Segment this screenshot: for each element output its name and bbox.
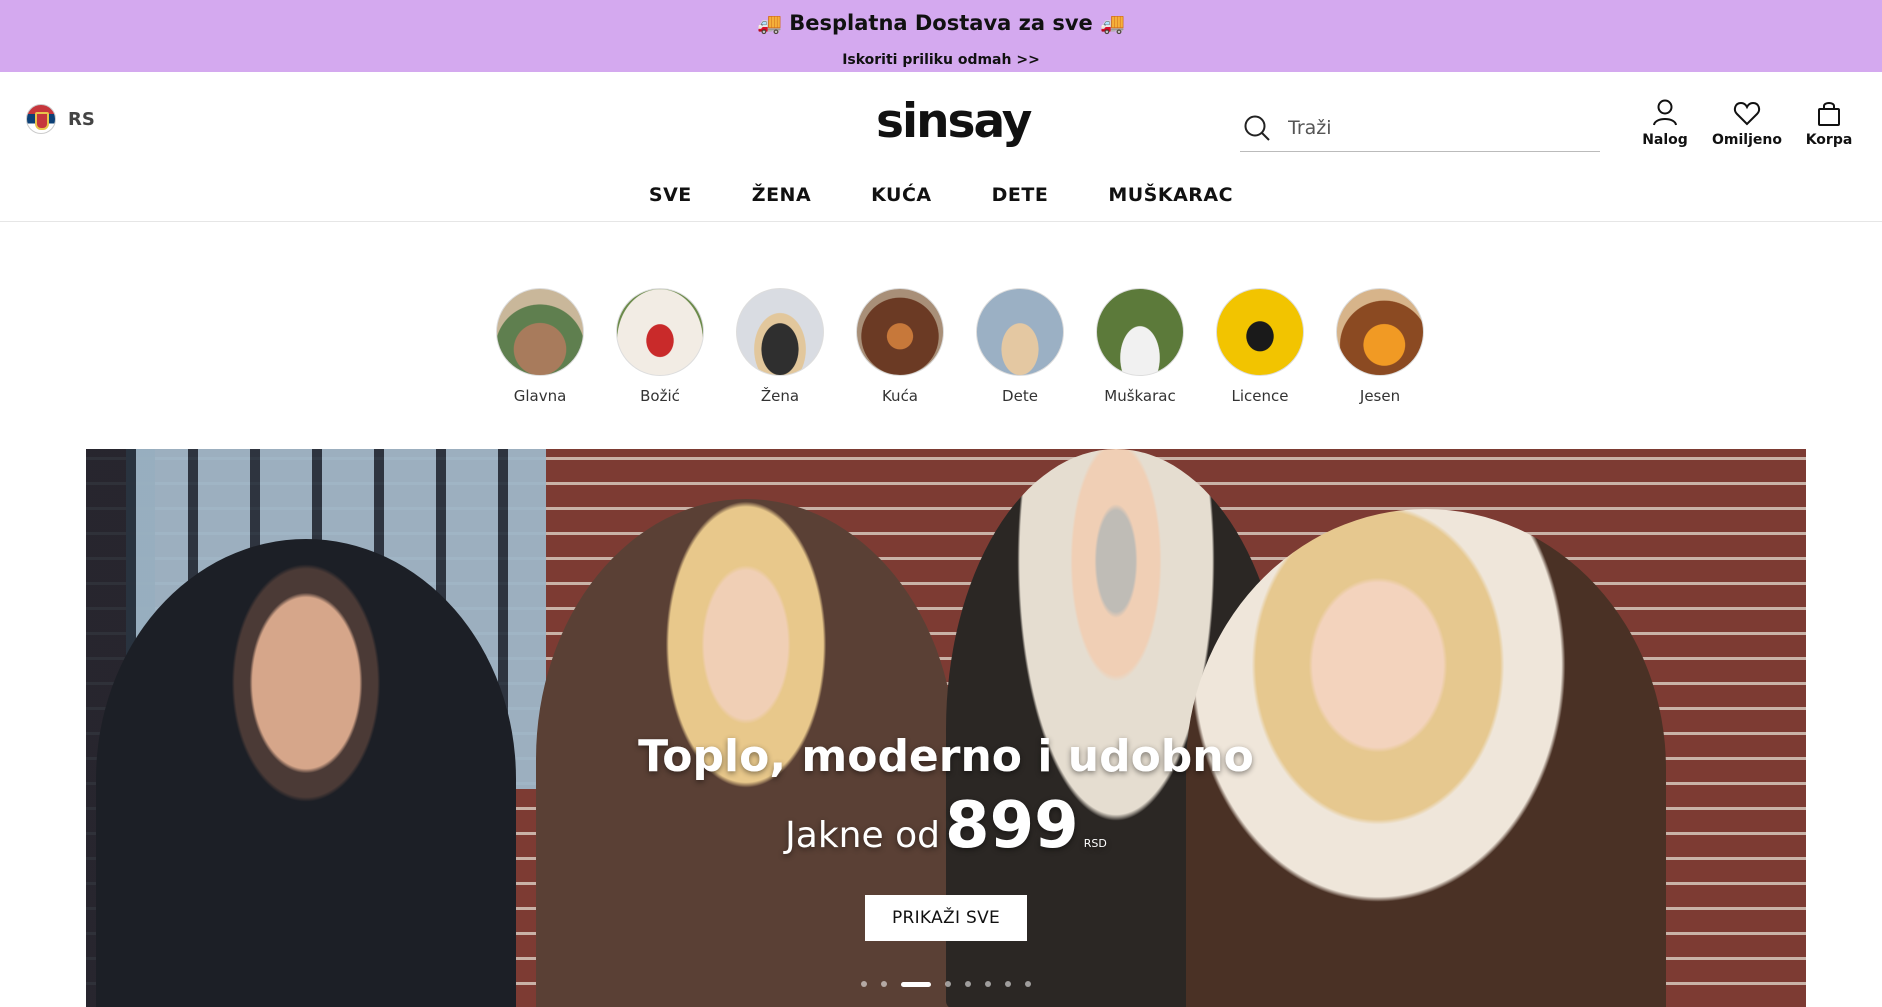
logo[interactable]: sinsay: [876, 94, 1032, 149]
show-all-button[interactable]: PRIKAŽI SVE: [865, 895, 1027, 941]
country-code: RS: [68, 108, 95, 130]
main-nav: SVE ŽENA KUĆA DETE MUŠKARAC: [0, 184, 1882, 206]
wishlist-button[interactable]: Omiljeno: [1707, 98, 1787, 148]
hero-price-value: 899: [945, 789, 1079, 863]
search-icon[interactable]: [1242, 113, 1272, 143]
search-input[interactable]: [1288, 116, 1568, 139]
story-label: Žena: [760, 387, 800, 405]
carousel-dot[interactable]: [965, 981, 971, 987]
story-kuca[interactable]: Kuća: [840, 288, 960, 405]
carousel-dot[interactable]: [901, 981, 931, 987]
truck-icon: 🚚: [757, 11, 782, 35]
story-label: Licence: [1231, 387, 1289, 405]
story-thumbnail: [496, 288, 584, 376]
carousel-dot[interactable]: [945, 981, 951, 987]
carousel-dots: [86, 981, 1806, 987]
story-glavna[interactable]: Glavna: [480, 288, 600, 405]
carousel-dot[interactable]: [1025, 981, 1031, 987]
promo-title-row: 🚚 Besplatna Dostava za sve 🚚: [0, 11, 1882, 35]
story-label: Jesen: [1359, 387, 1401, 405]
story-jesen[interactable]: Jesen: [1320, 288, 1440, 405]
nav-item-dete[interactable]: DETE: [962, 184, 1079, 206]
category-stories: Glavna Božić Žena Kuća Dete Muškarac Lic…: [480, 288, 1440, 405]
carousel-dot[interactable]: [1005, 981, 1011, 987]
story-licence[interactable]: Licence: [1200, 288, 1320, 405]
carousel-dot[interactable]: [861, 981, 867, 987]
user-icon: [1653, 99, 1677, 126]
search-bar[interactable]: [1240, 104, 1600, 152]
heart-icon: [1733, 101, 1761, 126]
promo-link[interactable]: Iskoriti priliku odmah >>: [0, 52, 1882, 68]
promo-banner[interactable]: 🚚 Besplatna Dostava za sve 🚚 Iskoriti pr…: [0, 0, 1882, 72]
carousel-dot[interactable]: [881, 981, 887, 987]
story-label: Glavna: [513, 387, 567, 405]
nav-item-sve[interactable]: SVE: [619, 184, 722, 206]
story-label: Dete: [1002, 387, 1038, 405]
story-label: Kuća: [881, 387, 919, 405]
country-selector[interactable]: RS: [26, 104, 95, 134]
story-thumbnail: [616, 288, 704, 376]
hero-title: Toplo, moderno i udobno: [638, 731, 1254, 782]
cart-label: Korpa: [1805, 132, 1853, 148]
story-thumbnail: [1096, 288, 1184, 376]
cart-button[interactable]: Korpa: [1789, 98, 1869, 148]
story-bozic[interactable]: Božić: [600, 288, 720, 405]
hero-banner[interactable]: Toplo, moderno i udobno Jakne od 899 RSD…: [86, 449, 1806, 1007]
story-muskarac[interactable]: Muškarac: [1080, 288, 1200, 405]
nav-item-kuca[interactable]: KUĆA: [841, 184, 961, 206]
carousel-dot[interactable]: [985, 981, 991, 987]
story-thumbnail: [976, 288, 1064, 376]
story-label: Muškarac: [1104, 387, 1176, 405]
story-zena[interactable]: Žena: [720, 288, 840, 405]
hero-price-currency: RSD: [1083, 837, 1107, 850]
nav-item-muskarac[interactable]: MUŠKARAC: [1078, 184, 1263, 206]
serbia-flag-icon: [26, 104, 56, 134]
hero-price: Jakne od 899 RSD: [86, 789, 1806, 863]
account-button[interactable]: Nalog: [1625, 98, 1705, 148]
wishlist-label: Omiljeno: [1712, 132, 1782, 148]
story-thumbnail: [1216, 288, 1304, 376]
hero-price-prefix: Jakne od: [785, 815, 940, 856]
promo-title: Besplatna Dostava za sve: [789, 11, 1093, 35]
story-thumbnail: [856, 288, 944, 376]
bag-icon: [1818, 102, 1840, 126]
site-header: RS sinsay Nalog Omiljeno Korpa SVE ŽENA …: [0, 72, 1882, 222]
truck-icon: 🚚: [1100, 11, 1125, 35]
story-thumbnail: [736, 288, 824, 376]
nav-item-zena[interactable]: ŽENA: [722, 184, 841, 206]
story-thumbnail: [1336, 288, 1424, 376]
account-label: Nalog: [1642, 132, 1688, 148]
story-label: Božić: [640, 387, 680, 405]
story-dete[interactable]: Dete: [960, 288, 1080, 405]
